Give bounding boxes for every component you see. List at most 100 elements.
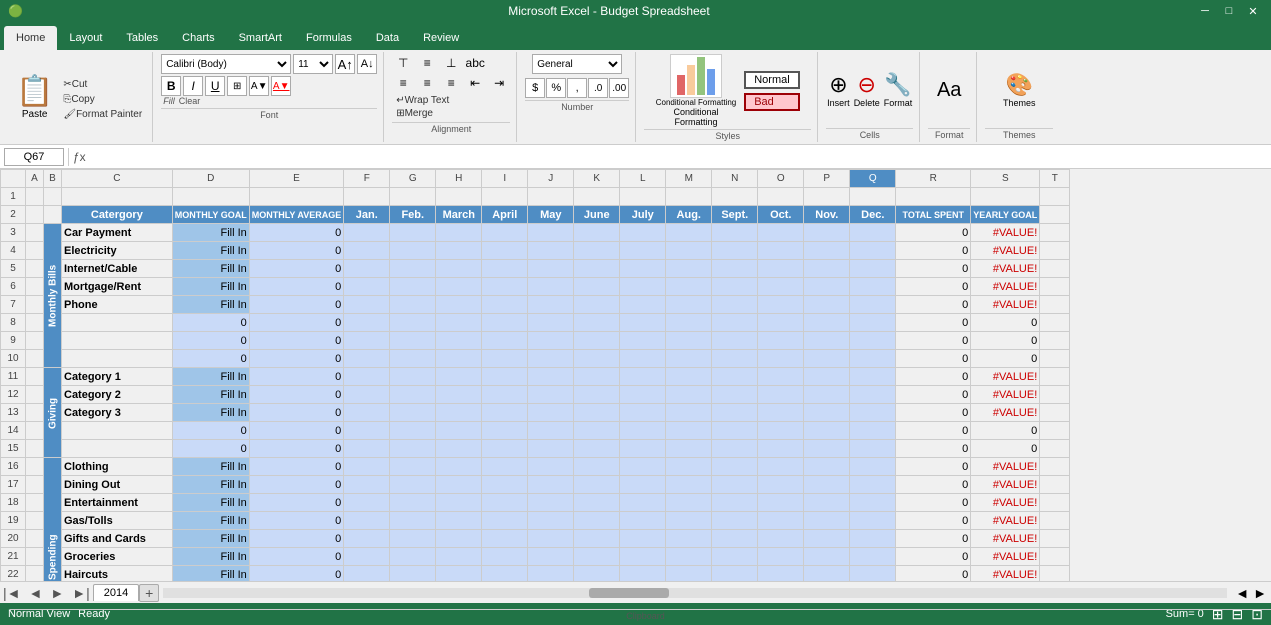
tab-formulas[interactable]: Formulas [294,26,364,50]
tab-first-button[interactable]: |◄ [0,585,24,601]
align-top-button[interactable]: ⊤ [392,54,414,72]
normal-style[interactable]: Normal [744,71,799,89]
view-controls: ◄ ► [1231,585,1271,601]
formula-input[interactable] [90,151,1267,163]
scrollbar-thumb[interactable] [589,588,669,598]
col-header-E: E [249,170,344,188]
table-row: 17 Dining Out Fill In 0 [1,476,1070,494]
align-bottom-button[interactable]: ⊥ [440,54,462,72]
themes-button[interactable]: 🎨 Themes [1003,54,1036,126]
cell-car-goal[interactable]: Fill In [172,224,249,242]
tab-charts[interactable]: Charts [170,26,226,50]
format-button[interactable]: 🔧 Format [884,72,913,108]
giving-label: Giving [44,368,62,458]
header-monthly-avg[interactable]: MONTHLY AVERAGE [249,206,344,224]
header-jan[interactable]: Jan. [344,206,390,224]
tab-smartart[interactable]: SmartArt [227,26,294,50]
header-yearly-goal[interactable]: YEARLY GOAL [971,206,1040,224]
tab-tables[interactable]: Tables [114,26,170,50]
tab-home[interactable]: Home [4,26,57,50]
tab-last-button[interactable]: ►| [69,585,93,601]
tab-layout[interactable]: Layout [57,26,114,50]
text-direction-button[interactable]: abc [464,54,486,72]
percent-button[interactable]: % [546,78,566,98]
cell-reference-box[interactable] [4,148,64,166]
sheet-tab-2014[interactable]: 2014 [93,584,139,601]
tab-review[interactable]: Review [411,26,471,50]
delete-button[interactable]: ⊖ Delete [854,72,880,108]
horizontal-scrollbar[interactable] [163,588,1227,598]
header-feb[interactable]: Feb. [390,206,436,224]
fill-color-button[interactable]: A▼ [249,76,269,96]
cell-car-avg[interactable]: 0 [249,224,344,242]
cell-car-yearly[interactable]: #VALUE! [971,224,1040,242]
decrease-font-button[interactable]: A↓ [357,54,377,74]
maximize-button[interactable]: □ [1219,3,1239,19]
header-total-spent[interactable]: TOTAL SPENT [896,206,971,224]
header-oct[interactable]: Oct. [758,206,804,224]
header-aug[interactable]: Aug. [666,206,712,224]
scroll-left-button[interactable]: ◄ [1235,585,1249,601]
cell-car-total[interactable]: 0 [896,224,971,242]
col-header-T: T [1040,170,1070,188]
header-april[interactable]: April [482,206,528,224]
indent-decrease-button[interactable]: ⇤ [464,74,486,92]
header-march[interactable]: March [436,206,482,224]
conditional-formatting-button[interactable]: ConditionalFormatting [673,107,718,127]
excel-icon: 🟢 [8,4,23,18]
underline-button[interactable]: U [205,76,225,96]
col-header-N: N [712,170,758,188]
number-format-select[interactable]: General [532,54,622,74]
header-may[interactable]: May [528,206,574,224]
font-size-select[interactable]: 11 [293,54,333,74]
sheet-area[interactable]: A B C D E F G H I J K L M N O [0,169,1271,581]
row-header-3: 3 [1,224,26,242]
increase-font-button[interactable]: A↑ [335,54,355,74]
formula-bar: ƒx [0,145,1271,169]
copy-button[interactable]: ⎘ Copy [59,93,146,106]
header-monthly-goal[interactable]: MONTHLY GOAL [172,206,249,224]
number-label: Number [525,100,629,112]
monthly-bills-label: Monthly Bills [44,224,62,368]
format-painter-button[interactable]: 🖌 Format Painter [59,108,146,121]
cut-button[interactable]: ✂ Cut [59,78,146,91]
wrap-text-button[interactable]: ↵ Wrap Text [392,94,453,107]
paste-button[interactable]: 📋 Paste [10,70,59,124]
font-color-button[interactable]: A▼ [271,76,291,96]
header-june[interactable]: June [574,206,620,224]
increase-decimal-button[interactable]: .00 [609,78,629,98]
table-row: 7 Phone Fill In 0 [1,296,1070,314]
tab-next-button[interactable]: ► [47,585,67,601]
indent-increase-button[interactable]: ⇥ [488,74,510,92]
header-nov[interactable]: Nov. [804,206,850,224]
header-category[interactable]: Catergory [62,206,173,224]
header-sept[interactable]: Sept. [712,206,758,224]
decrease-decimal-button[interactable]: .0 [588,78,608,98]
border-button[interactable]: ⊞ [227,76,247,96]
scroll-right-button[interactable]: ► [1253,585,1267,601]
row-header-2: 2 [1,206,26,224]
font-label: Font [161,108,377,120]
insert-button[interactable]: ⊕ Insert [827,72,850,108]
header-dec[interactable]: Dec. [850,206,896,224]
align-center-button[interactable]: ≡ [416,74,438,92]
bold-button[interactable]: B [161,76,181,96]
add-sheet-button[interactable]: + [139,584,159,602]
cell-styles: Normal Bad [744,71,799,111]
font-name-select[interactable]: Calibri (Body) [161,54,291,74]
align-left-button[interactable]: ≡ [392,74,414,92]
bad-style[interactable]: Bad [744,93,799,111]
cell-car-payment[interactable]: Car Payment [62,224,173,242]
minimize-button[interactable]: ─ [1195,3,1215,19]
format-icon: 🔧 [884,72,911,98]
close-button[interactable]: ✕ [1243,3,1263,19]
currency-button[interactable]: $ [525,78,545,98]
tab-data[interactable]: Data [364,26,411,50]
merge-button[interactable]: ⊞ Merge [392,107,437,120]
tab-prev-button[interactable]: ◄ [26,585,46,601]
align-middle-button[interactable]: ≡ [416,54,438,72]
italic-button[interactable]: I [183,76,203,96]
comma-button[interactable]: , [567,78,587,98]
align-right-button[interactable]: ≡ [440,74,462,92]
header-july[interactable]: July [620,206,666,224]
